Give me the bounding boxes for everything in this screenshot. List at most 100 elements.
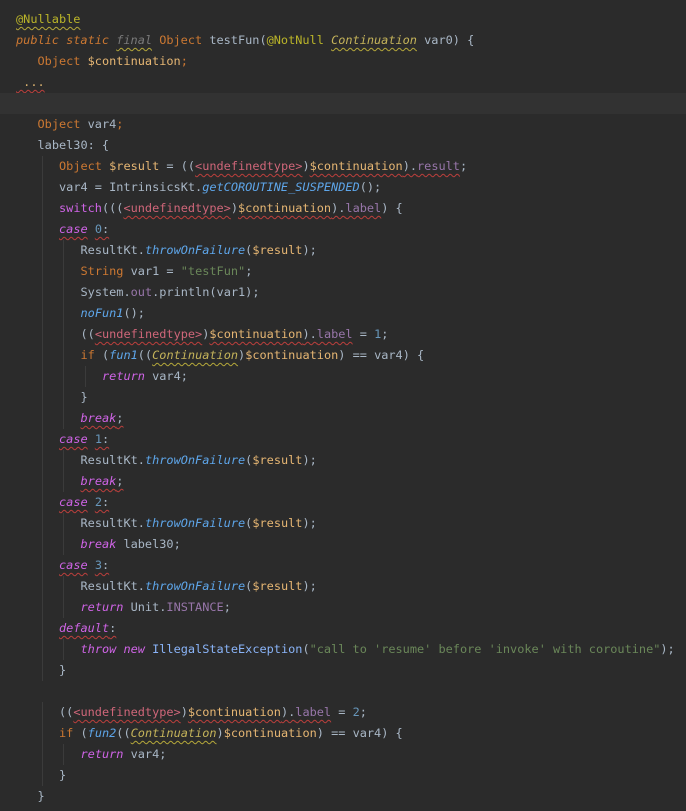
code-line[interactable]: case 2: xyxy=(0,492,686,513)
code-line-content: label30: { xyxy=(38,135,110,156)
code-token: public static xyxy=(16,33,117,47)
code-token: case xyxy=(59,222,88,236)
code-line[interactable]: } xyxy=(0,765,686,786)
indent-guide xyxy=(41,534,43,555)
code-line[interactable]: return var4; xyxy=(0,366,686,387)
code-editor[interactable]: @Nullable public static final Object test… xyxy=(0,9,686,807)
code-token: ... xyxy=(16,75,45,89)
code-token: break xyxy=(80,474,117,488)
code-line[interactable]: String var1 = "testFun"; xyxy=(0,261,686,282)
code-line[interactable]: } xyxy=(0,660,686,681)
code-line[interactable]: return Unit.INSTANCE; xyxy=(0,597,686,618)
code-line-content: } xyxy=(59,660,66,681)
indent-guide xyxy=(63,240,64,261)
code-token: var4; xyxy=(123,747,167,761)
code-line[interactable]: default: xyxy=(0,618,686,639)
code-line[interactable]: ((<undefinedtype>)$continuation).label =… xyxy=(0,324,686,345)
code-token: out xyxy=(130,285,153,299)
indent-guide xyxy=(63,576,64,597)
code-line[interactable]: label30: { xyxy=(0,135,686,156)
code-line[interactable]: ResultKt.throwOnFailure($result); xyxy=(0,450,686,471)
code-line[interactable]: if (fun1((Continuation)$continuation) ==… xyxy=(0,345,686,366)
code-token: ( xyxy=(259,33,267,47)
indent-guide xyxy=(41,282,43,303)
code-line-content: ResultKt.throwOnFailure($result); xyxy=(81,513,317,534)
code-token: $result xyxy=(252,243,303,257)
code-line[interactable]: var4 = IntrinsicsKt.getCOROUTINE_SUSPEND… xyxy=(0,177,686,198)
code-line[interactable]: case 3: xyxy=(0,555,686,576)
code-line[interactable]: ResultKt.throwOnFailure($result); xyxy=(0,576,686,597)
code-line[interactable]: case 1: xyxy=(0,429,686,450)
code-token: ); xyxy=(302,516,317,530)
indent-guide xyxy=(41,387,43,408)
code-line-content: } xyxy=(38,786,45,807)
code-line[interactable]: noFun1(); xyxy=(0,303,686,324)
code-token: = xyxy=(159,264,181,278)
code-line[interactable]: return var4; xyxy=(0,744,686,765)
code-line[interactable]: break; xyxy=(0,408,686,429)
code-line[interactable]: @Nullable xyxy=(0,9,686,30)
code-token: return xyxy=(102,369,145,383)
code-token: @Nullable xyxy=(16,12,81,26)
code-token: ); xyxy=(660,642,675,656)
code-line[interactable]: switch(((<undefinedtype>)$continuation).… xyxy=(0,198,686,219)
code-line-content: if (fun1((Continuation)$continuation) ==… xyxy=(81,345,425,366)
code-token: label xyxy=(316,327,353,341)
code-token: case xyxy=(59,495,88,509)
code-line[interactable]: ResultKt.throwOnFailure($result); xyxy=(0,513,686,534)
code-line[interactable]: System.out.println(var1); xyxy=(0,282,686,303)
code-token: ; xyxy=(116,411,124,425)
code-token: } xyxy=(37,789,45,803)
code-line[interactable]: ResultKt.throwOnFailure($result); xyxy=(0,240,686,261)
code-line[interactable]: } xyxy=(0,786,686,807)
code-line[interactable]: case 0: xyxy=(0,219,686,240)
code-line[interactable]: ... xyxy=(0,72,686,93)
code-token: ; xyxy=(245,264,253,278)
code-token: ResultKt. xyxy=(80,453,145,467)
code-token: $continuation xyxy=(187,705,281,719)
code-token: ). xyxy=(302,327,317,341)
code-token: throwOnFailure xyxy=(144,243,246,257)
code-token: ResultKt. xyxy=(80,243,145,257)
indent-guide xyxy=(41,450,43,471)
code-token: Continuation xyxy=(331,33,417,47)
code-token: ((( xyxy=(101,201,124,215)
indent-guide xyxy=(63,450,64,471)
code-line[interactable] xyxy=(0,681,686,702)
indent-guide xyxy=(63,324,64,345)
code-line[interactable]: public static final Object testFun(@NotN… xyxy=(0,30,686,51)
code-token: 0 xyxy=(94,222,102,236)
code-token: (( xyxy=(116,726,131,740)
code-token: var0) { xyxy=(416,33,475,47)
indent-guide xyxy=(41,156,43,177)
code-token: getCOROUTINE_SUSPENDED xyxy=(202,180,360,194)
code-token: (( xyxy=(59,705,74,719)
code-token: .println(var1); xyxy=(152,285,260,299)
indent-guide xyxy=(63,597,64,618)
code-line[interactable]: break; xyxy=(0,471,686,492)
code-line[interactable]: Object $result = ((<undefinedtype>)$cont… xyxy=(0,156,686,177)
code-line[interactable]: Object $continuation; xyxy=(0,51,686,72)
code-line[interactable]: throw new IllegalStateException("call to… xyxy=(0,639,686,660)
indent-guide xyxy=(41,324,43,345)
code-line[interactable]: break label30; xyxy=(0,534,686,555)
code-token: : xyxy=(101,558,110,572)
code-line[interactable]: Object var4; xyxy=(0,114,686,135)
code-token: } xyxy=(80,390,88,404)
code-token: case xyxy=(59,432,88,446)
code-token: (); xyxy=(359,180,382,194)
code-line-content: break; xyxy=(81,408,124,429)
code-line[interactable] xyxy=(0,93,686,114)
indent-guide xyxy=(41,366,43,387)
code-token: if xyxy=(59,726,74,740)
code-token: "testFun" xyxy=(180,264,246,278)
code-line-content: return var4; xyxy=(102,366,188,387)
code-token: $continuation xyxy=(223,726,317,740)
code-line[interactable]: if (fun2((Continuation)$continuation) ==… xyxy=(0,723,686,744)
indent-guide xyxy=(41,429,43,450)
code-line[interactable]: ((<undefinedtype>)$continuation).label =… xyxy=(0,702,686,723)
code-line[interactable]: } xyxy=(0,387,686,408)
code-line-content: Object $result = ((<undefinedtype>)$cont… xyxy=(59,156,467,177)
